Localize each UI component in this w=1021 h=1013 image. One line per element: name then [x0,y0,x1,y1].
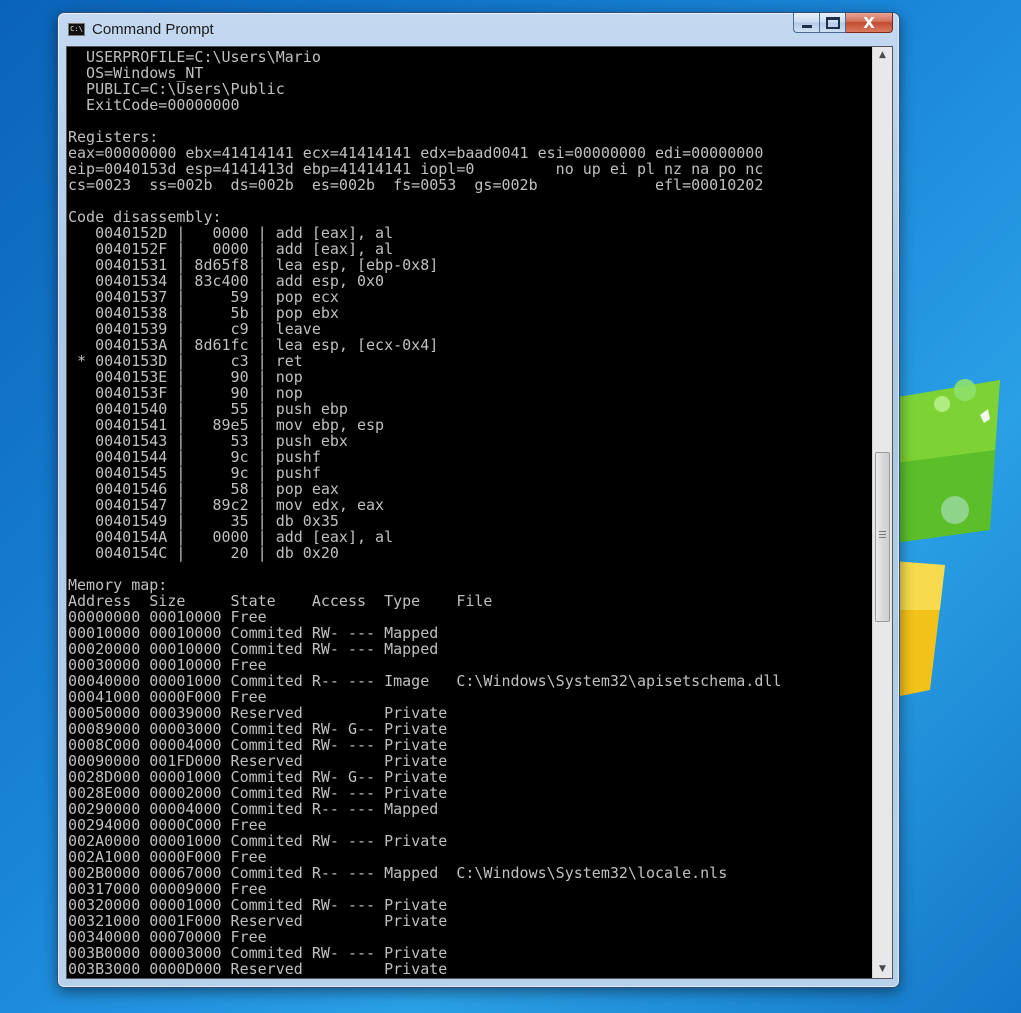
console-line: 00294000 0000C000 Free [68,816,267,834]
console-line: 00401543 | 53 | push ebx [68,432,348,450]
console-output[interactable]: USERPROFILE=C:\Users\Mario OS=Windows_NT… [68,47,870,980]
minimize-icon [801,25,812,28]
console-line: 00401547 | 89c2 | mov edx, eax [68,496,385,514]
console-line: 002B0000 00067000 Commited R-- --- Mappe… [68,864,728,882]
console-line: 00340000 00070000 Free [68,928,267,946]
console-line: 0008C000 00004000 Commited RW- --- Priva… [68,736,448,754]
console-line: 00401545 | 9c | pushf [68,464,321,482]
console-line: 0028E000 00002000 Commited RW- --- Priva… [68,784,448,802]
scroll-down-arrow-icon[interactable]: ▼ [873,961,892,978]
console-line: 003B0000 00003000 Commited RW- --- Priva… [68,944,448,962]
close-button[interactable]: X [846,13,893,33]
console-line: 002A1000 0000F000 Free [68,848,267,866]
close-icon: X [863,13,875,32]
console-line: Memory map: [68,576,168,594]
console-line: Code disassembly: [68,208,222,226]
console-line: 003B3000 0000D000 Reserved Private [68,960,448,978]
scroll-thumb[interactable] [875,452,890,622]
console-line: 00401538 | 5b | pop ebx [68,304,339,322]
console-line: 00010000 00010000 Commited RW- --- Mappe… [68,624,439,642]
console-line: ExitCode=00000000 [68,96,240,114]
console-line: 00401544 | 9c | pushf [68,448,321,466]
scroll-up-arrow-icon[interactable]: ▲ [873,47,892,64]
console-line: 0040152D | 0000 | add [eax], al [68,224,394,242]
maximize-icon [825,16,840,29]
console-line: 0040154A | 0000 | add [eax], al [68,528,394,546]
minimize-button[interactable] [793,13,820,33]
console-line: 0028D000 00001000 Commited RW- G-- Priva… [68,768,448,786]
thumb-grip-icon [879,531,886,540]
console-line: 00317000 00009000 Free [68,880,267,898]
console-line: 00401531 | 8d65f8 | lea esp, [ebp-0x8] [68,256,439,274]
desktop-wallpaper-logo [880,379,1000,700]
console-line: * 0040153D | c3 | ret [68,352,303,370]
console-line: 00290000 00004000 Commited R-- --- Mappe… [68,800,439,818]
console-line: 00401540 | 55 | push ebp [68,400,348,418]
caption-buttons: X [793,13,893,35]
console-line: 0040153E | 90 | nop [68,368,303,386]
console-line: 00401539 | c9 | leave [68,320,321,338]
console-line: Address Size State Access Type File [68,592,493,610]
console-line: 0040153F | 90 | nop [68,384,303,402]
title-bar[interactable]: C:\ Command Prompt X [58,13,899,47]
console-line: 00401537 | 59 | pop ecx [68,288,339,306]
console-line: 00090000 001FD000 Reserved Private [68,752,448,770]
maximize-button[interactable] [820,13,846,33]
console-line: cs=0023 ss=002b ds=002b es=002b fs=0053 … [68,176,764,194]
console-line: 0040153A | 8d61fc | lea esp, [ecx-0x4] [68,336,439,354]
console-line: Registers: [68,128,159,146]
console-line: 00320000 00001000 Commited RW- --- Priva… [68,896,448,914]
vertical-scrollbar[interactable]: ▲ ▼ [872,47,892,978]
console-line: 00401546 | 58 | pop eax [68,480,339,498]
console-line: OS=Windows_NT [68,64,204,82]
console-line: 00401534 | 83c400 | add esp, 0x0 [68,272,385,290]
console-line: USERPROFILE=C:\Users\Mario [68,48,321,66]
cmd-app-icon[interactable]: C:\ [68,23,85,36]
command-prompt-window[interactable]: C:\ Command Prompt X USERPROFILE=C:\User… [57,12,900,988]
console-line: 00030000 00010000 Free [68,656,267,674]
console-line: 00401549 | 35 | db 0x35 [68,512,339,530]
console-line: 00041000 0000F000 Free [68,688,267,706]
console-line: eax=00000000 ebx=41414141 ecx=41414141 e… [68,144,764,162]
console-line: 002A0000 00001000 Commited RW- --- Priva… [68,832,448,850]
console-line: 00089000 00003000 Commited RW- G-- Priva… [68,720,448,738]
window-title: Command Prompt [92,21,214,38]
console-area[interactable]: USERPROFILE=C:\Users\Mario OS=Windows_NT… [66,46,893,979]
console-line: eip=0040153d esp=4141413d ebp=41414141 i… [68,160,764,178]
console-line: 0040152F | 0000 | add [eax], al [68,240,394,258]
console-line: 00020000 00010000 Commited RW- --- Mappe… [68,640,439,658]
console-line: 00401541 | 89e5 | mov ebp, esp [68,416,385,434]
console-line: 00321000 0001F000 Reserved Private [68,912,448,930]
console-line: 00050000 00039000 Reserved Private [68,704,448,722]
console-line: 0040154C | 20 | db 0x20 [68,544,339,562]
console-line: 00040000 00001000 Commited R-- --- Image… [68,672,782,690]
console-line: 00000000 00010000 Free [68,608,267,626]
console-line: PUBLIC=C:\Users\Public [68,80,285,98]
